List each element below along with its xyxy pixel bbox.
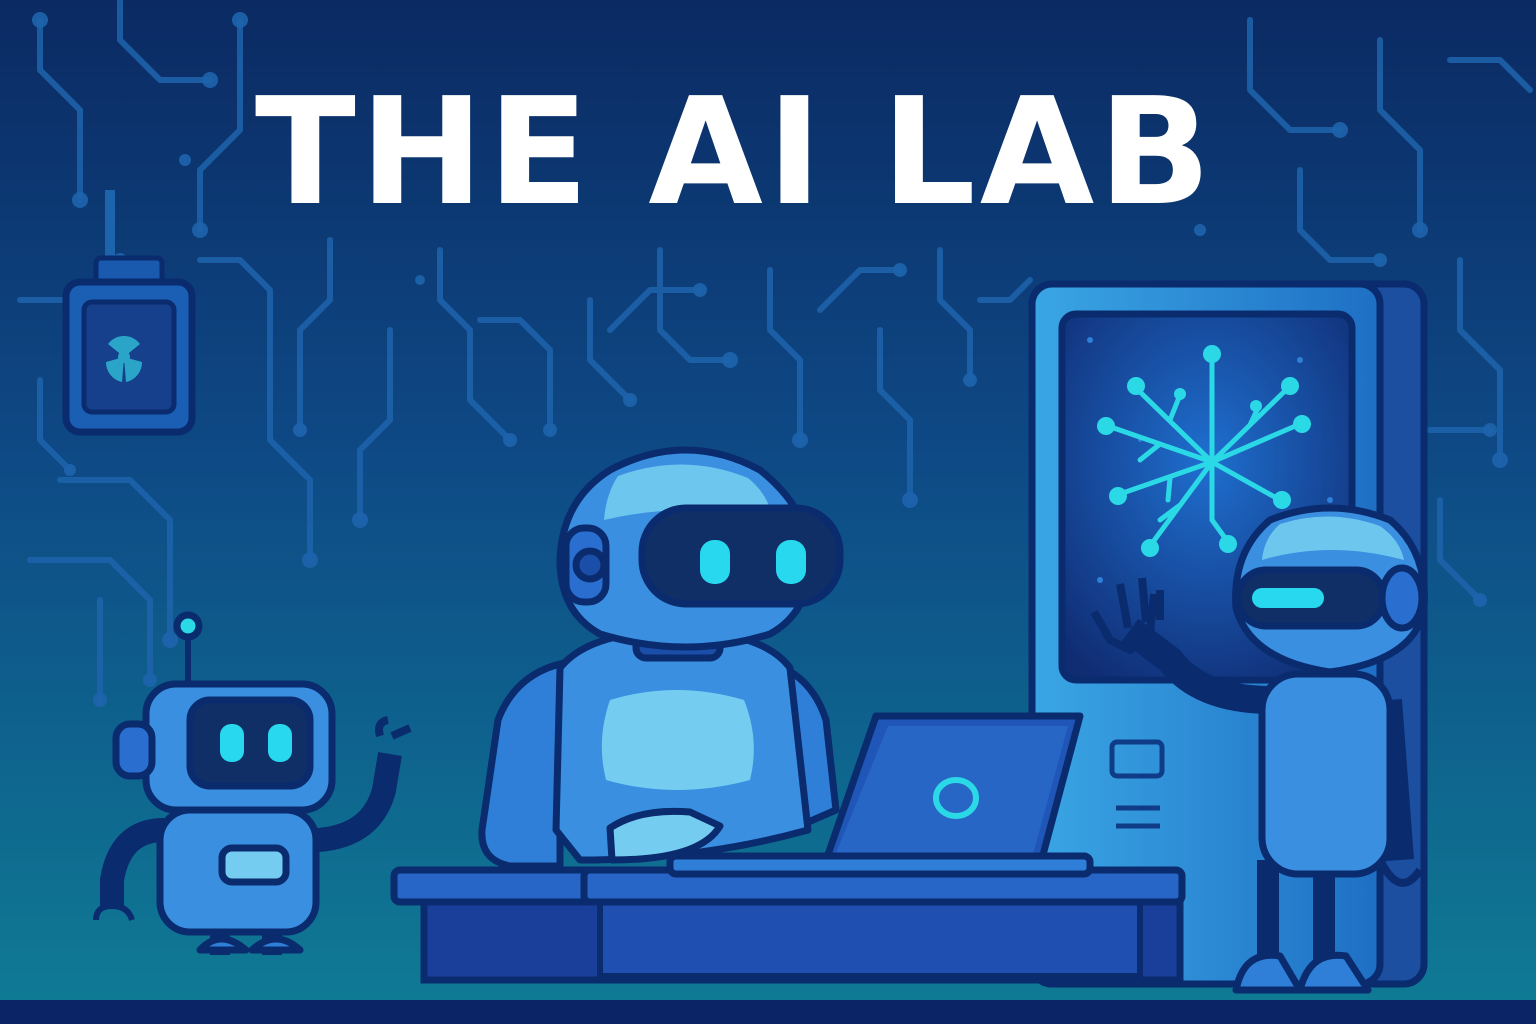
ai-lab-illustration: THE AI LAB	[0, 0, 1536, 1024]
small-robot-ear	[112, 720, 156, 780]
waving-robot-torso	[1258, 670, 1394, 878]
robot-right-eye	[776, 540, 806, 584]
waving-robot-ear	[1378, 564, 1426, 632]
small-robot-left-eye	[220, 724, 244, 762]
robot-left-eye	[700, 540, 730, 584]
robot-ear-bolt	[572, 547, 608, 583]
waving-robot-eye	[1252, 588, 1324, 608]
antenna-light	[173, 611, 203, 641]
small-robot-right-eye	[268, 724, 292, 762]
robot-chest-plate	[601, 690, 754, 790]
small-robot-chest-panel	[218, 844, 290, 886]
floor	[0, 1000, 1536, 1024]
robot-visor	[638, 504, 844, 608]
page-title: THE AI LAB	[254, 66, 1216, 238]
desk	[390, 866, 1186, 984]
